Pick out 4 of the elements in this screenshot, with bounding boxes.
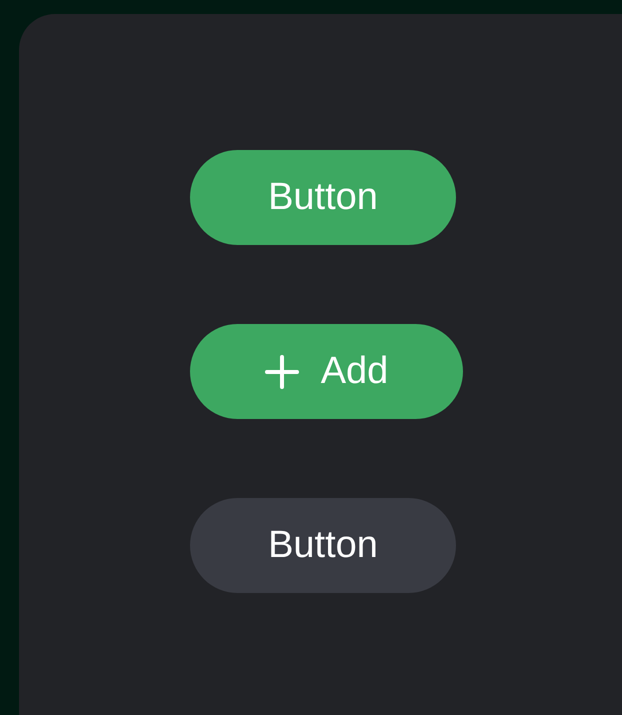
- add-button[interactable]: Add: [190, 324, 463, 419]
- button[interactable]: Button: [190, 498, 456, 593]
- button[interactable]: Button: [190, 150, 456, 245]
- plus-icon: [264, 354, 299, 388]
